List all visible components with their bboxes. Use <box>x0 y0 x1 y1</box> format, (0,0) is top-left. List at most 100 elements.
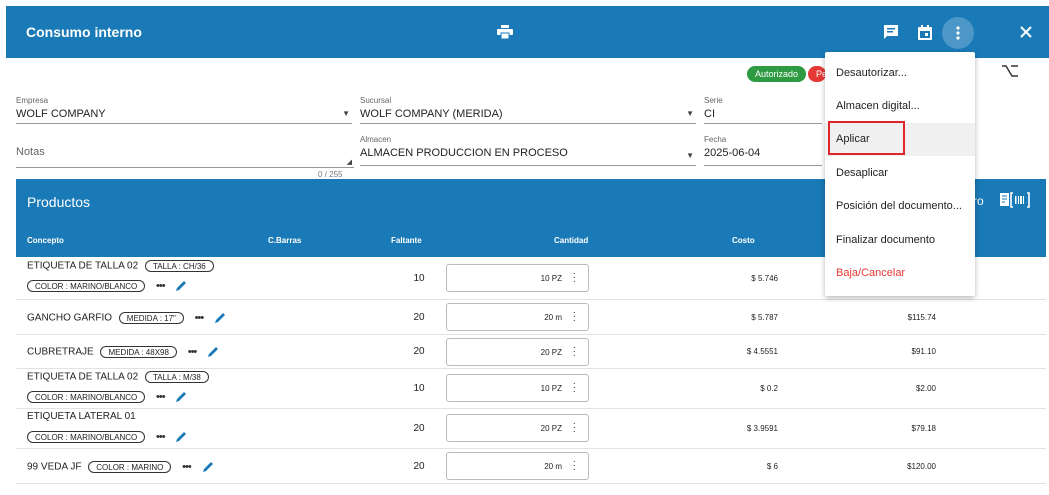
quantity-value: 20 PZ <box>540 348 562 357</box>
serie-value: CI <box>704 108 715 120</box>
fecha-value: 2025-06-04 <box>704 147 761 159</box>
product-name: ETIQUETA DE TALLA 02 <box>27 260 139 272</box>
more-horiz-icon[interactable]: ••• <box>188 346 198 358</box>
edit-pencil-icon[interactable] <box>174 390 188 404</box>
more-horiz-icon[interactable]: ••• <box>195 312 205 324</box>
attribute-chip: COLOR : MARINO/BLANCO <box>27 391 146 403</box>
fecha-field[interactable]: Fecha 2025-06-04 <box>704 135 822 166</box>
table-row[interactable]: GANCHO GARFIO MEDIDA : 17" ••• 20 20 m ·… <box>16 300 1046 335</box>
costo-value: $ 5.787 <box>751 313 778 322</box>
top-bar: Consumo interno <box>6 6 1049 58</box>
fecha-label: Fecha <box>704 135 727 144</box>
table-row[interactable]: ETIQUETA DE TALLA 02 TALLA : M/38 COLOR … <box>16 369 1046 409</box>
resize-handle-icon[interactable]: ◢ <box>347 158 352 166</box>
attribute-chip: MEDIDA : 48X98 <box>100 346 177 358</box>
product-name: 99 VEDA JF <box>27 461 82 473</box>
total-value: $91.10 <box>911 347 936 356</box>
quantity-value: 20 PZ <box>540 424 562 433</box>
col-costo[interactable]: Costo <box>732 236 755 245</box>
more-vert-icon[interactable]: · · · <box>573 419 576 437</box>
more-vert-icon[interactable]: · · · <box>573 457 576 475</box>
table-row[interactable]: 99 VEDA JF COLOR : MARINO ••• 20 20 m · ·… <box>16 449 1046 484</box>
empresa-label: Empresa <box>16 96 49 105</box>
calendar-icon[interactable] <box>914 21 936 43</box>
col-concepto[interactable]: Concepto <box>27 236 64 245</box>
serie-label: Serie <box>704 96 723 105</box>
attribute-chip: COLOR : MARINO/BLANCO <box>27 431 146 443</box>
close-icon[interactable] <box>1015 21 1037 43</box>
quantity-field[interactable]: 10 PZ · · · <box>446 264 589 292</box>
sucursal-select[interactable]: Sucursal WOLF COMPANY (MERIDA) ▼ <box>360 96 696 124</box>
costo-value: $ 6 <box>766 462 778 471</box>
almacen-value: ALMACEN PRODUCCION EN PROCESO <box>360 147 568 159</box>
chevron-down-icon: ▼ <box>342 109 350 118</box>
header-tools <box>1000 192 1030 213</box>
barcode-scan-icon[interactable] <box>1000 192 1030 208</box>
actions-menu: Desautorizar... Almacen digital... Aplic… <box>825 52 975 296</box>
menu-item-desautorizar[interactable]: Desautorizar... <box>825 57 975 90</box>
notas-textarea[interactable]: Notas ◢ <box>16 146 354 168</box>
empresa-value: WOLF COMPANY <box>16 108 106 120</box>
total-value: $115.74 <box>907 313 936 322</box>
attribute-chip: TALLA : M/38 <box>144 371 209 383</box>
almacen-select[interactable]: Almacen ALMACEN PRODUCCION EN PROCESO ▼ <box>360 135 696 166</box>
more-horiz-icon[interactable]: ••• <box>156 431 166 443</box>
empresa-select[interactable]: Empresa WOLF COMPANY ▼ <box>16 96 352 124</box>
quantity-field[interactable]: 10 PZ · · · <box>446 374 589 402</box>
menu-item-finalizar-documento[interactable]: Finalizar documento <box>825 224 975 257</box>
col-faltante[interactable]: Faltante <box>391 236 422 245</box>
quantity-value: 20 m <box>544 313 562 322</box>
more-vert-icon[interactable]: · · · <box>573 343 576 361</box>
window-title: Consumo interno <box>26 24 142 40</box>
quantity-value: 10 PZ <box>540 384 562 393</box>
faltante-value: 20 <box>413 346 425 357</box>
notas-placeholder: Notas <box>16 146 45 158</box>
almacen-label: Almacen <box>360 135 392 144</box>
more-horiz-icon[interactable]: ••• <box>156 391 166 403</box>
costo-value: $ 4.5551 <box>746 347 778 356</box>
costo-value: $ 3.9591 <box>746 424 778 433</box>
col-cantidad[interactable]: Cantidad <box>554 236 588 245</box>
notas-counter: 0 / 255 <box>318 170 343 179</box>
product-name: ETIQUETA LATERAL 01 <box>27 411 136 422</box>
serie-select[interactable]: Serie CI <box>704 96 822 124</box>
more-vert-icon[interactable]: · · · <box>573 379 576 397</box>
table-row[interactable]: ETIQUETA LATERAL 01 COLOR : MARINO/BLANC… <box>16 409 1046 449</box>
costo-value: $ 0.2 <box>760 384 778 393</box>
edit-pencil-icon[interactable] <box>213 311 227 325</box>
menu-item-desaplicar[interactable]: Desaplicar <box>825 157 975 190</box>
edit-pencil-icon[interactable] <box>206 345 220 359</box>
quantity-value: 20 m <box>544 462 562 471</box>
more-horiz-icon[interactable]: ••• <box>156 280 166 292</box>
highlight-annotation <box>828 121 905 155</box>
more-vert-icon[interactable]: · · · <box>573 269 576 287</box>
comment-icon[interactable] <box>880 21 902 43</box>
edit-pencil-icon[interactable] <box>174 430 188 444</box>
menu-item-posicion-documento[interactable]: Posición del documento... <box>825 190 975 223</box>
menu-item-baja-cancelar[interactable]: Baja/Cancelar <box>825 257 975 290</box>
col-barras[interactable]: C.Barras <box>268 236 301 245</box>
more-vert-icon[interactable] <box>942 17 974 49</box>
attribute-chip: COLOR : MARINO <box>88 461 172 473</box>
quantity-field[interactable]: 20 m · · · <box>446 303 589 331</box>
table-row[interactable]: CUBRETRAJE MEDIDA : 48X98 ••• 20 20 PZ ·… <box>16 335 1046 369</box>
printer-icon[interactable] <box>494 21 516 43</box>
menu-item-almacen-digital[interactable]: Almacen digital... <box>825 90 975 123</box>
product-name: ETIQUETA DE TALLA 02 <box>27 371 139 383</box>
quantity-field[interactable]: 20 PZ · · · <box>446 338 589 366</box>
quantity-field[interactable]: 20 m · · · <box>446 452 589 480</box>
attribute-chip: COLOR : MARINO/BLANCO <box>27 280 146 292</box>
quantity-field[interactable]: 20 PZ · · · <box>446 414 589 442</box>
attribute-chip: MEDIDA : 17" <box>118 312 184 324</box>
chevron-down-icon: ▼ <box>686 109 694 118</box>
more-horiz-icon[interactable]: ••• <box>182 461 192 473</box>
edit-pencil-icon[interactable] <box>174 279 188 293</box>
chevron-down-icon: ▼ <box>686 151 694 160</box>
faltante-value: 20 <box>413 423 425 434</box>
more-vert-icon[interactable]: · · · <box>573 308 576 326</box>
faltante-value: 20 <box>413 312 425 323</box>
sucursal-label: Sucursal <box>360 96 392 105</box>
edit-pencil-icon[interactable] <box>201 460 215 474</box>
faltante-value: 10 <box>413 383 425 394</box>
filter-icon[interactable] <box>1002 64 1022 84</box>
